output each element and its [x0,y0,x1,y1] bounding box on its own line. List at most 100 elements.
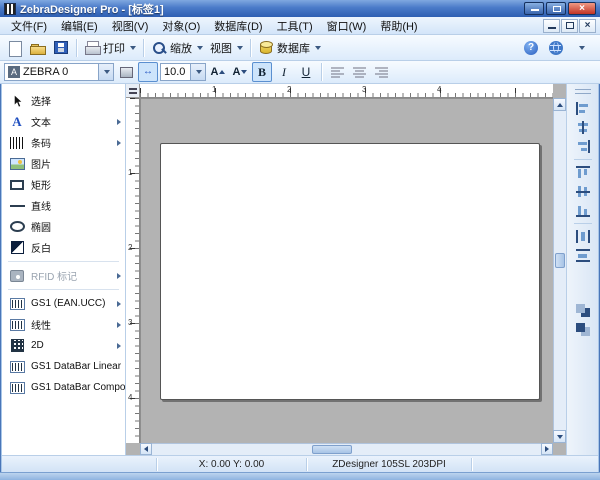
horizontal-scroll-thumb[interactable] [312,445,352,454]
scroll-up-button[interactable] [553,98,566,111]
send-to-back-button[interactable] [573,321,593,338]
align-objects-bottom-button[interactable] [573,202,593,219]
toolbox-item-label: 椭圆 [31,219,51,234]
printer-font-toggle-button[interactable] [116,62,136,82]
design-canvas[interactable] [140,98,553,443]
toolbox-item-ellipse[interactable]: 椭圆 [2,216,125,237]
toolbox-item-rectangle[interactable]: 矩形 [2,174,125,195]
align-objects-right-button[interactable] [573,138,593,155]
linear-barcode-icon [9,317,25,333]
mdi-close-icon: × [585,20,591,32]
distribute-vertical-button[interactable] [573,247,593,264]
bold-button[interactable]: B [252,62,272,82]
toolbar-options-button[interactable] [570,37,592,59]
menu-item-window[interactable]: 窗口(W) [320,16,374,36]
toolbox-item-2d[interactable]: 2D [2,335,125,356]
toolbar-separator [250,39,251,57]
window-title: ZebraDesigner Pro - [标签1] [20,1,164,17]
online-support-button[interactable] [545,37,567,59]
bring-to-front-icon [576,304,590,317]
toolbox-item-label: GS1 DataBar Composite [31,382,126,393]
scroll-down-button[interactable] [553,430,566,443]
toolbar-separator [143,39,144,57]
status-pane-empty [472,458,598,471]
font-family-combo[interactable]: ZEBRA 0 [4,63,114,81]
toolbar-separator [76,39,77,57]
align-objects-middle-button[interactable] [573,183,593,200]
view-label: 视图 [210,40,232,56]
inverse-icon [9,240,25,256]
line-icon [9,198,25,214]
open-button[interactable] [27,37,49,59]
toolbox-item-select[interactable]: 选择 [2,90,125,111]
align-objects-center-button[interactable] [573,119,593,136]
toolbox-item-rfid[interactable]: RFID 标记 [2,265,125,286]
italic-button[interactable]: I [274,62,294,82]
close-button[interactable]: × [568,2,596,15]
chevron-down-icon [196,70,202,74]
help-button[interactable] [520,37,542,59]
vertical-scrollbar[interactable] [553,98,566,443]
new-button[interactable] [4,37,26,59]
menu-item-file[interactable]: 文件(F) [4,16,54,36]
scroll-left-button[interactable] [140,443,152,455]
maximize-button[interactable] [546,2,566,15]
toolbox-item-linear[interactable]: 线性 [2,314,125,335]
toolbox-item-text[interactable]: 文本 [2,111,125,132]
toolbox-item-line[interactable]: 直线 [2,195,125,216]
toolbox-item-label: 矩形 [31,177,51,192]
toolbox-item-gs1-databar-linear[interactable]: GS1 DataBar Linear [2,356,125,377]
barcode-icon [9,135,25,151]
toolbox-item-barcode[interactable]: 条码 [2,132,125,153]
font-scaling-toggle-button[interactable]: ↔ [138,62,158,82]
flyout-arrow-icon [117,140,121,146]
decrease-font-button[interactable]: A [230,62,250,82]
view-button[interactable]: 视图 [207,37,246,59]
minimize-button[interactable] [524,2,544,15]
toolbox-item-picture[interactable]: 图片 [2,153,125,174]
align-objects-left-button[interactable] [573,100,593,117]
mdi-restore-icon [566,22,574,29]
font-size-dropdown[interactable] [190,64,205,80]
underline-button[interactable]: U [296,62,316,82]
menu-item-tools[interactable]: 工具(T) [270,16,320,36]
arrow-right-icon [545,446,549,452]
app-logo-icon [4,3,16,15]
toolbar-grip[interactable] [575,89,591,94]
mdi-minimize-button[interactable] [543,19,560,33]
menu-item-object[interactable]: 对象(O) [155,16,207,36]
flyout-arrow-icon [117,301,121,307]
save-button[interactable] [50,37,72,59]
distribute-horizontal-button[interactable] [573,228,593,245]
bring-to-front-button[interactable] [573,302,593,319]
title-bar: ZebraDesigner Pro - [标签1] × [0,0,600,17]
align-left-icon [576,102,590,115]
zoom-button[interactable]: 缩放 [148,37,206,59]
horizontal-scrollbar[interactable] [140,443,553,455]
ruler-number: 4 [128,393,132,402]
font-family-dropdown[interactable] [98,64,113,80]
increase-font-button[interactable]: A [208,62,228,82]
vertical-scroll-thumb[interactable] [555,253,565,268]
mdi-restore-button[interactable] [561,19,578,33]
label-page[interactable] [160,143,540,400]
database-button[interactable]: 数据库 [255,37,324,59]
menu-item-edit[interactable]: 编辑(E) [54,16,105,36]
toolbox-item-gs1[interactable]: GS1 (EAN.UCC) [2,293,125,314]
menu-item-help[interactable]: 帮助(H) [373,16,424,36]
menu-item-database[interactable]: 数据库(D) [207,16,269,36]
text-icon [9,114,25,130]
print-button[interactable]: 打印 [81,37,139,59]
toolbox-item-gs1-databar-composite[interactable]: GS1 DataBar Composite [2,377,125,398]
font-size-combo[interactable]: 10.0 [160,63,206,81]
mdi-close-button[interactable]: × [579,19,596,33]
chevron-down-icon [197,46,203,50]
align-left-button[interactable] [327,62,347,82]
status-bar: X: 0.00 Y: 0.00 ZDesigner 105SL 203DPI [2,455,598,472]
align-right-button[interactable] [371,62,391,82]
align-center-button[interactable] [349,62,369,82]
toolbox-item-inverse[interactable]: 反白 [2,237,125,258]
align-objects-top-button[interactable] [573,164,593,181]
menu-item-view[interactable]: 视图(V) [105,16,156,36]
scroll-right-button[interactable] [541,443,553,455]
